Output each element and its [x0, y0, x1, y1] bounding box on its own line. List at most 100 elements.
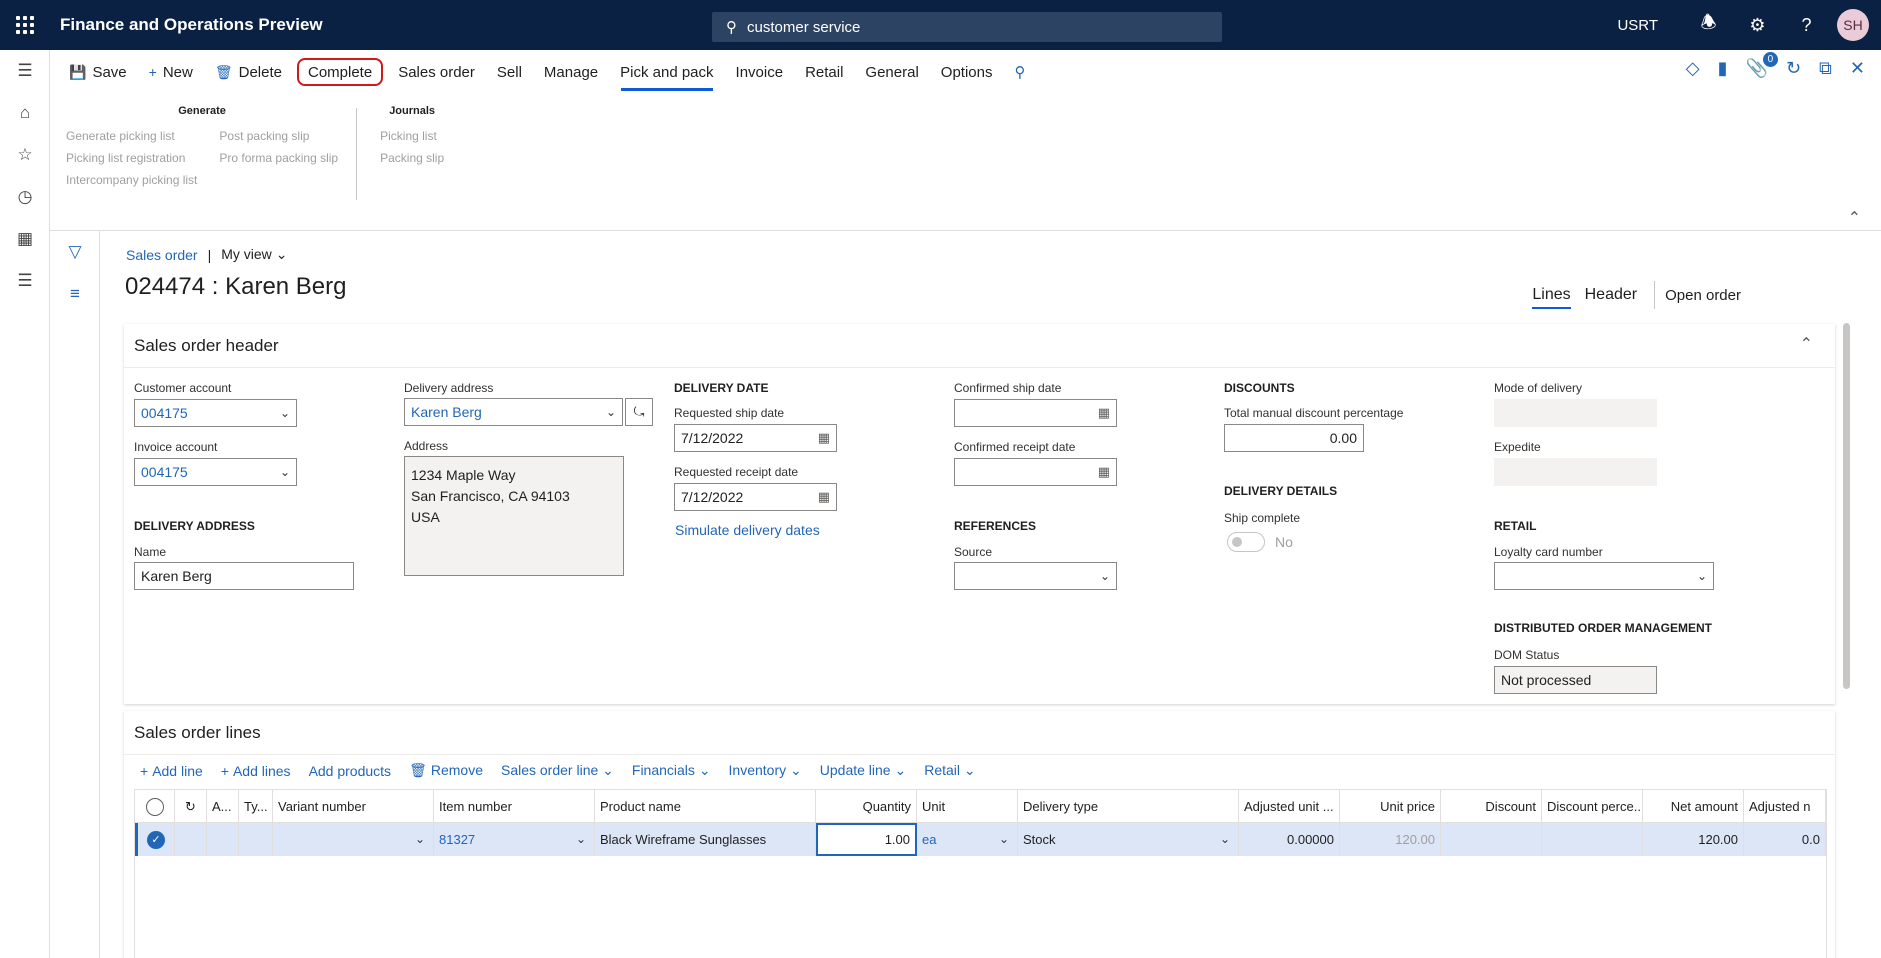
hamburger-menu-icon[interactable]: ☰	[0, 50, 50, 92]
column-header[interactable]: Discount perce...	[1542, 790, 1643, 823]
column-header[interactable]: Unit	[917, 790, 1018, 823]
tab-general[interactable]: General	[854, 50, 929, 94]
update-line-menu[interactable]: Update line ⌄	[820, 762, 906, 779]
app-title[interactable]: Finance and Operations Preview	[60, 15, 323, 35]
modules-list-icon[interactable]: ☰	[0, 260, 50, 302]
delivery-type-cell[interactable]: Stock ⌄	[1018, 823, 1239, 856]
refresh-column-icon[interactable]: ↻	[175, 790, 207, 823]
column-header[interactable]: Adjusted n	[1744, 790, 1826, 823]
select-all-checkbox[interactable]	[135, 790, 175, 823]
tab-pick-and-pack[interactable]: Pick and pack	[609, 50, 724, 94]
settings-gear-icon[interactable]: ⚙	[1733, 0, 1782, 50]
confirmed-ship-date-field[interactable]: ▦	[954, 399, 1117, 427]
financials-menu[interactable]: Financials ⌄	[632, 762, 711, 779]
open-order-button[interactable]: Open order	[1665, 287, 1741, 304]
delivery-address-field[interactable]: Karen Berg ⌄	[404, 398, 623, 426]
diamond-icon[interactable]: ◇	[1686, 58, 1700, 79]
tab-sales-order[interactable]: Sales order	[387, 50, 486, 94]
filter-icon[interactable]: ▽	[50, 231, 100, 273]
column-header[interactable]: Item number	[434, 790, 595, 823]
adjusted-unit-cell[interactable]: 0.00000	[1239, 823, 1340, 856]
product-name-cell[interactable]: Black Wireframe Sunglasses	[595, 823, 816, 856]
confirmed-receipt-date-field[interactable]: ▦	[954, 458, 1117, 486]
tab-header[interactable]: Header	[1578, 286, 1644, 304]
inventory-menu[interactable]: Inventory ⌄	[729, 762, 802, 779]
remove-button[interactable]: 🗑 Remove	[409, 762, 483, 779]
customer-account-field[interactable]: 004175 ⌄	[134, 399, 297, 427]
tab-retail[interactable]: Retail	[794, 50, 854, 94]
help-icon[interactable]: ?	[1782, 0, 1831, 50]
column-header[interactable]: Quantity	[816, 790, 917, 823]
picking-list-registration-button[interactable]: Picking list registration	[66, 151, 197, 166]
tab-lines[interactable]: Lines	[1525, 286, 1577, 309]
search-input[interactable]: ⚲ customer service	[712, 12, 1222, 42]
table-row[interactable]: ✓ ⌄ 81327 ⌄ Black Wireframe Sunglasses 1.…	[135, 823, 1826, 856]
column-header[interactable]: Variant number	[273, 790, 434, 823]
calendar-icon[interactable]: ▦	[1098, 464, 1110, 480]
discount-percent-cell[interactable]	[1542, 823, 1643, 856]
unit-cell[interactable]: ea ⌄	[917, 823, 1018, 856]
breadcrumb-sales-order-link[interactable]: Sales order	[126, 247, 198, 263]
post-packing-slip-button[interactable]: Post packing slip	[219, 129, 338, 144]
source-field[interactable]: ⌄	[954, 562, 1117, 590]
tab-manage[interactable]: Manage	[533, 50, 609, 94]
discount-percentage-field[interactable]: 0.00	[1224, 424, 1364, 452]
calendar-icon[interactable]: ▦	[818, 430, 830, 446]
column-header[interactable]: Ty...	[239, 790, 273, 823]
close-icon[interactable]: ✕	[1850, 58, 1865, 79]
home-icon[interactable]: ⌂	[0, 92, 50, 134]
item-number-cell[interactable]: 81327 ⌄	[434, 823, 595, 856]
discount-cell[interactable]	[1441, 823, 1542, 856]
loyalty-card-field[interactable]: ⌄	[1494, 562, 1714, 590]
calendar-icon[interactable]: ▦	[818, 489, 830, 505]
packing-slip-journal-button[interactable]: Packing slip	[380, 151, 444, 166]
recent-clock-icon[interactable]: ◷	[0, 176, 50, 218]
address-field[interactable]: 1234 Maple Way San Francisco, CA 94103 U…	[404, 456, 624, 576]
workspaces-icon[interactable]: ▦	[0, 218, 50, 260]
column-header[interactable]: Discount	[1441, 790, 1542, 823]
column-header[interactable]: Net amount	[1643, 790, 1744, 823]
open-new-window-icon[interactable]: ⧉	[1819, 58, 1832, 79]
new-address-icon[interactable]: ⤿	[625, 398, 653, 426]
action-search-icon[interactable]: ⚲	[1004, 50, 1037, 94]
refresh-icon[interactable]: ↻	[1786, 58, 1801, 79]
tab-options[interactable]: Options	[930, 50, 1004, 94]
net-amount-cell[interactable]: 120.00	[1643, 823, 1744, 856]
collapse-action-pane-chevron-up-icon[interactable]: ⌃	[1848, 208, 1861, 228]
add-lines-button[interactable]: + Add lines	[221, 763, 291, 779]
tab-invoice[interactable]: Invoice	[725, 50, 795, 94]
complete-button[interactable]: Complete	[296, 58, 384, 86]
sales-order-line-menu[interactable]: Sales order line ⌄	[501, 762, 614, 779]
app-launcher-button[interactable]	[0, 0, 50, 50]
notifications-bell-icon[interactable]: 🕭	[1684, 0, 1733, 50]
adjusted-net-cell[interactable]: 0.0	[1744, 823, 1826, 856]
favorites-star-icon[interactable]: ☆	[0, 134, 50, 176]
retail-menu[interactable]: Retail ⌄	[924, 762, 975, 779]
save-button[interactable]: 💾 Save	[58, 50, 138, 94]
simulate-delivery-dates-link[interactable]: Simulate delivery dates	[675, 522, 820, 538]
my-view-dropdown[interactable]: My view ⌄	[221, 246, 287, 263]
office-icon[interactable]: ▮	[1718, 58, 1728, 79]
column-header[interactable]: Adjusted unit ...	[1239, 790, 1340, 823]
unit-price-cell[interactable]: 120.00	[1340, 823, 1441, 856]
column-header[interactable]: Delivery type	[1018, 790, 1239, 823]
add-products-button[interactable]: Add products	[309, 763, 392, 779]
column-header[interactable]: A...	[207, 790, 239, 823]
calendar-icon[interactable]: ▦	[1098, 405, 1110, 421]
pro-forma-packing-slip-button[interactable]: Pro forma packing slip	[219, 151, 338, 166]
quantity-input[interactable]: 1.00	[816, 823, 917, 856]
delete-button[interactable]: 🗑 Delete	[204, 50, 293, 94]
picking-list-journal-button[interactable]: Picking list	[380, 129, 444, 144]
add-line-button[interactable]: + Add line	[140, 763, 203, 779]
sales-order-lines-title[interactable]: Sales order lines	[124, 711, 1835, 755]
column-header[interactable]: Unit price	[1340, 790, 1441, 823]
variant-number-cell[interactable]: ⌄	[273, 823, 434, 856]
generate-picking-list-button[interactable]: Generate picking list	[66, 129, 197, 144]
column-header[interactable]: Product name	[595, 790, 816, 823]
company-picker[interactable]: USRT	[1617, 17, 1658, 34]
tab-sell[interactable]: Sell	[486, 50, 533, 94]
avatar[interactable]: SH	[1837, 9, 1869, 41]
collapse-chevron-up-icon[interactable]: ⌃	[1800, 334, 1813, 354]
name-field[interactable]: Karen Berg	[134, 562, 354, 590]
requested-ship-date-field[interactable]: 7/12/2022 ▦	[674, 424, 837, 452]
